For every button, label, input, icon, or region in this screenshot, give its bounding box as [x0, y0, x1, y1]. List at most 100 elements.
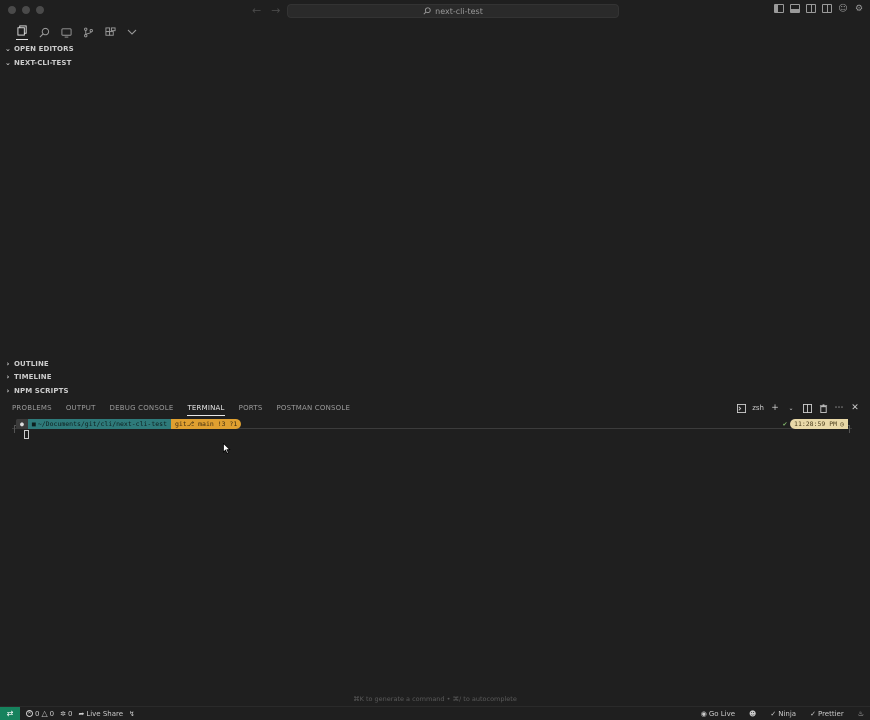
prettier-label: Prettier — [817, 710, 844, 718]
folder-icon: ■ — [31, 420, 36, 428]
tab-output[interactable]: OUTPUT — [66, 404, 96, 416]
copilot-status[interactable]: ☻ — [749, 710, 756, 718]
shell-name[interactable]: zsh — [752, 404, 764, 412]
toggle-secondary-sidebar-icon[interactable] — [806, 4, 816, 13]
extensions-icon[interactable] — [104, 26, 116, 38]
lightning-icon: ↯ — [129, 709, 135, 718]
command-center-text: next-cli-test — [435, 6, 483, 16]
trash-icon[interactable] — [818, 403, 828, 413]
section-label: TIMELINE — [14, 373, 52, 381]
more-actions-icon[interactable]: ⋯ — [834, 403, 844, 413]
warning-icon: △ — [41, 709, 48, 718]
minimize-window-button[interactable] — [22, 6, 30, 14]
tab-ports[interactable]: PORTS — [239, 404, 263, 416]
prompt-path-segment: ■ ~/Documents/git/cli/next-cli-test — [27, 419, 171, 429]
gear-icon[interactable]: ⚙ — [854, 4, 864, 14]
chevron-down-icon[interactable] — [126, 26, 138, 38]
tab-terminal[interactable]: TERMINAL — [187, 404, 225, 416]
lightning-status[interactable]: ↯ — [129, 710, 135, 718]
forward-arrow-icon[interactable]: → — [271, 4, 280, 17]
bell-icon: ♨ — [857, 710, 864, 718]
check-double-icon: ✓ — [810, 710, 816, 718]
notifications-status[interactable]: ♨ — [858, 710, 864, 718]
section-label: OUTLINE — [14, 360, 49, 368]
command-center[interactable]: next-cli-test — [287, 4, 619, 18]
go-live-status[interactable]: ◉ Go Live — [701, 710, 735, 718]
split-terminal-icon[interactable] — [802, 403, 812, 413]
terminal-actions: zsh + ⌄ ⋯ ✕ — [736, 403, 860, 413]
explorer-icon[interactable] — [16, 25, 28, 40]
prompt-time: 11:28:59 PM — [794, 420, 838, 428]
source-control-icon[interactable] — [82, 26, 94, 38]
live-share-icon: ➦ — [78, 709, 85, 718]
window-controls — [8, 6, 44, 14]
prompt-time-segment: 11:28:59 PM ◷ — [790, 419, 848, 429]
section-outline[interactable]: › OUTLINE — [4, 358, 49, 370]
terminal-cursor — [24, 430, 29, 439]
terminal-prompt: ● ■ ~/Documents/git/cli/next-cli-test gi… — [16, 419, 242, 429]
ports-status[interactable]: ✲ 0 — [60, 710, 72, 718]
terminal-prompt-right: ✔ 11:28:59 PM ◷ — [783, 419, 848, 429]
section-npm-scripts[interactable]: › NPM SCRIPTS — [4, 385, 69, 397]
status-bar: ⇄ ✕ 0 △ 0 ✲ 0 ➦ Live Share ↯ ◉ Go Live ☻ — [0, 706, 870, 720]
go-live-label: Go Live — [708, 710, 736, 718]
toggle-panel-icon[interactable] — [790, 4, 800, 13]
terminal-hint: ⌘K to generate a command • ⌘/ to autocom… — [353, 695, 517, 703]
search-icon[interactable] — [38, 26, 50, 38]
activity-bar — [16, 24, 138, 40]
section-open-editors[interactable]: ⌄ OPEN EDITORS — [4, 43, 74, 55]
search-icon — [423, 7, 431, 15]
layout-controls: ☺ ⚙ — [774, 4, 864, 14]
chevron-down-icon: ⌄ — [5, 45, 11, 53]
chevron-right-icon: › — [6, 387, 10, 395]
vscode-window: ← → next-cli-test ☺ ⚙ ⌄ OPEN EDITORS ⌄ N… — [0, 0, 870, 720]
mouse-pointer-icon — [223, 443, 231, 454]
ports-count: 0 — [67, 709, 73, 718]
chevron-down-icon[interactable]: ⌄ — [786, 403, 796, 413]
new-terminal-icon[interactable]: + — [770, 403, 780, 413]
section-timeline[interactable]: › TIMELINE — [4, 371, 52, 383]
problems-status[interactable]: ✕ 0 △ 0 — [26, 709, 54, 718]
check-double-icon: ✓ — [770, 710, 777, 718]
maximize-window-button[interactable] — [36, 6, 44, 14]
accounts-icon[interactable]: ☺ — [838, 4, 848, 14]
tab-problems[interactable]: PROBLEMS — [12, 404, 52, 416]
section-workspace-folder[interactable]: ⌄ NEXT-CLI-TEST — [4, 57, 71, 69]
tab-postman-console[interactable]: POSTMAN CONSOLE — [276, 404, 350, 416]
error-count: 0 — [35, 709, 40, 718]
terminal-icon — [736, 403, 746, 413]
check-icon: ✔ — [782, 420, 788, 428]
clock-icon: ◷ — [840, 420, 844, 428]
section-label: NEXT-CLI-TEST — [14, 59, 72, 67]
warning-count: 0 — [49, 709, 55, 718]
radio-tower-icon: ✲ — [60, 709, 66, 718]
customize-layout-icon[interactable] — [822, 4, 832, 13]
panel-tabs: PROBLEMS OUTPUT DEBUG CONSOLE TERMINAL P… — [12, 404, 364, 416]
live-share-label: Live Share — [86, 709, 124, 718]
back-arrow-icon[interactable]: ← — [252, 4, 261, 17]
prettier-status[interactable]: ✓ Prettier — [810, 710, 844, 718]
section-label: OPEN EDITORS — [14, 45, 74, 53]
live-share-status[interactable]: ➦ Live Share — [78, 710, 123, 718]
chevron-right-icon: › — [6, 373, 10, 381]
prompt-git-segment: git⎇ main !3 ?1 — [170, 419, 242, 429]
close-icon[interactable]: ✕ — [850, 403, 860, 413]
copilot-icon: ☻ — [749, 710, 757, 718]
status-bar-right: ◉ Go Live ☻ ✓ Ninja ✓ Prettier ♨ — [695, 707, 864, 720]
chevron-down-icon: ⌄ — [5, 59, 11, 67]
section-label: NPM SCRIPTS — [14, 387, 69, 395]
ninja-label: Ninja — [778, 710, 797, 718]
prompt-path: ~/Documents/git/cli/next-cli-test — [37, 420, 167, 428]
tab-debug-console[interactable]: DEBUG CONSOLE — [110, 404, 174, 416]
remote-explorer-icon[interactable] — [60, 26, 72, 38]
apple-icon: ● — [16, 419, 28, 429]
toggle-primary-sidebar-icon[interactable] — [774, 4, 784, 13]
title-bar: ← → next-cli-test ☺ ⚙ — [0, 0, 870, 22]
close-window-button[interactable] — [8, 6, 16, 14]
error-icon: ✕ — [26, 710, 33, 717]
navigation-arrows: ← → — [252, 4, 280, 17]
ninja-status[interactable]: ✓ Ninja — [770, 710, 796, 718]
remote-indicator-icon[interactable]: ⇄ — [0, 706, 20, 720]
broadcast-icon: ◉ — [700, 710, 707, 718]
chevron-right-icon: › — [6, 360, 10, 368]
